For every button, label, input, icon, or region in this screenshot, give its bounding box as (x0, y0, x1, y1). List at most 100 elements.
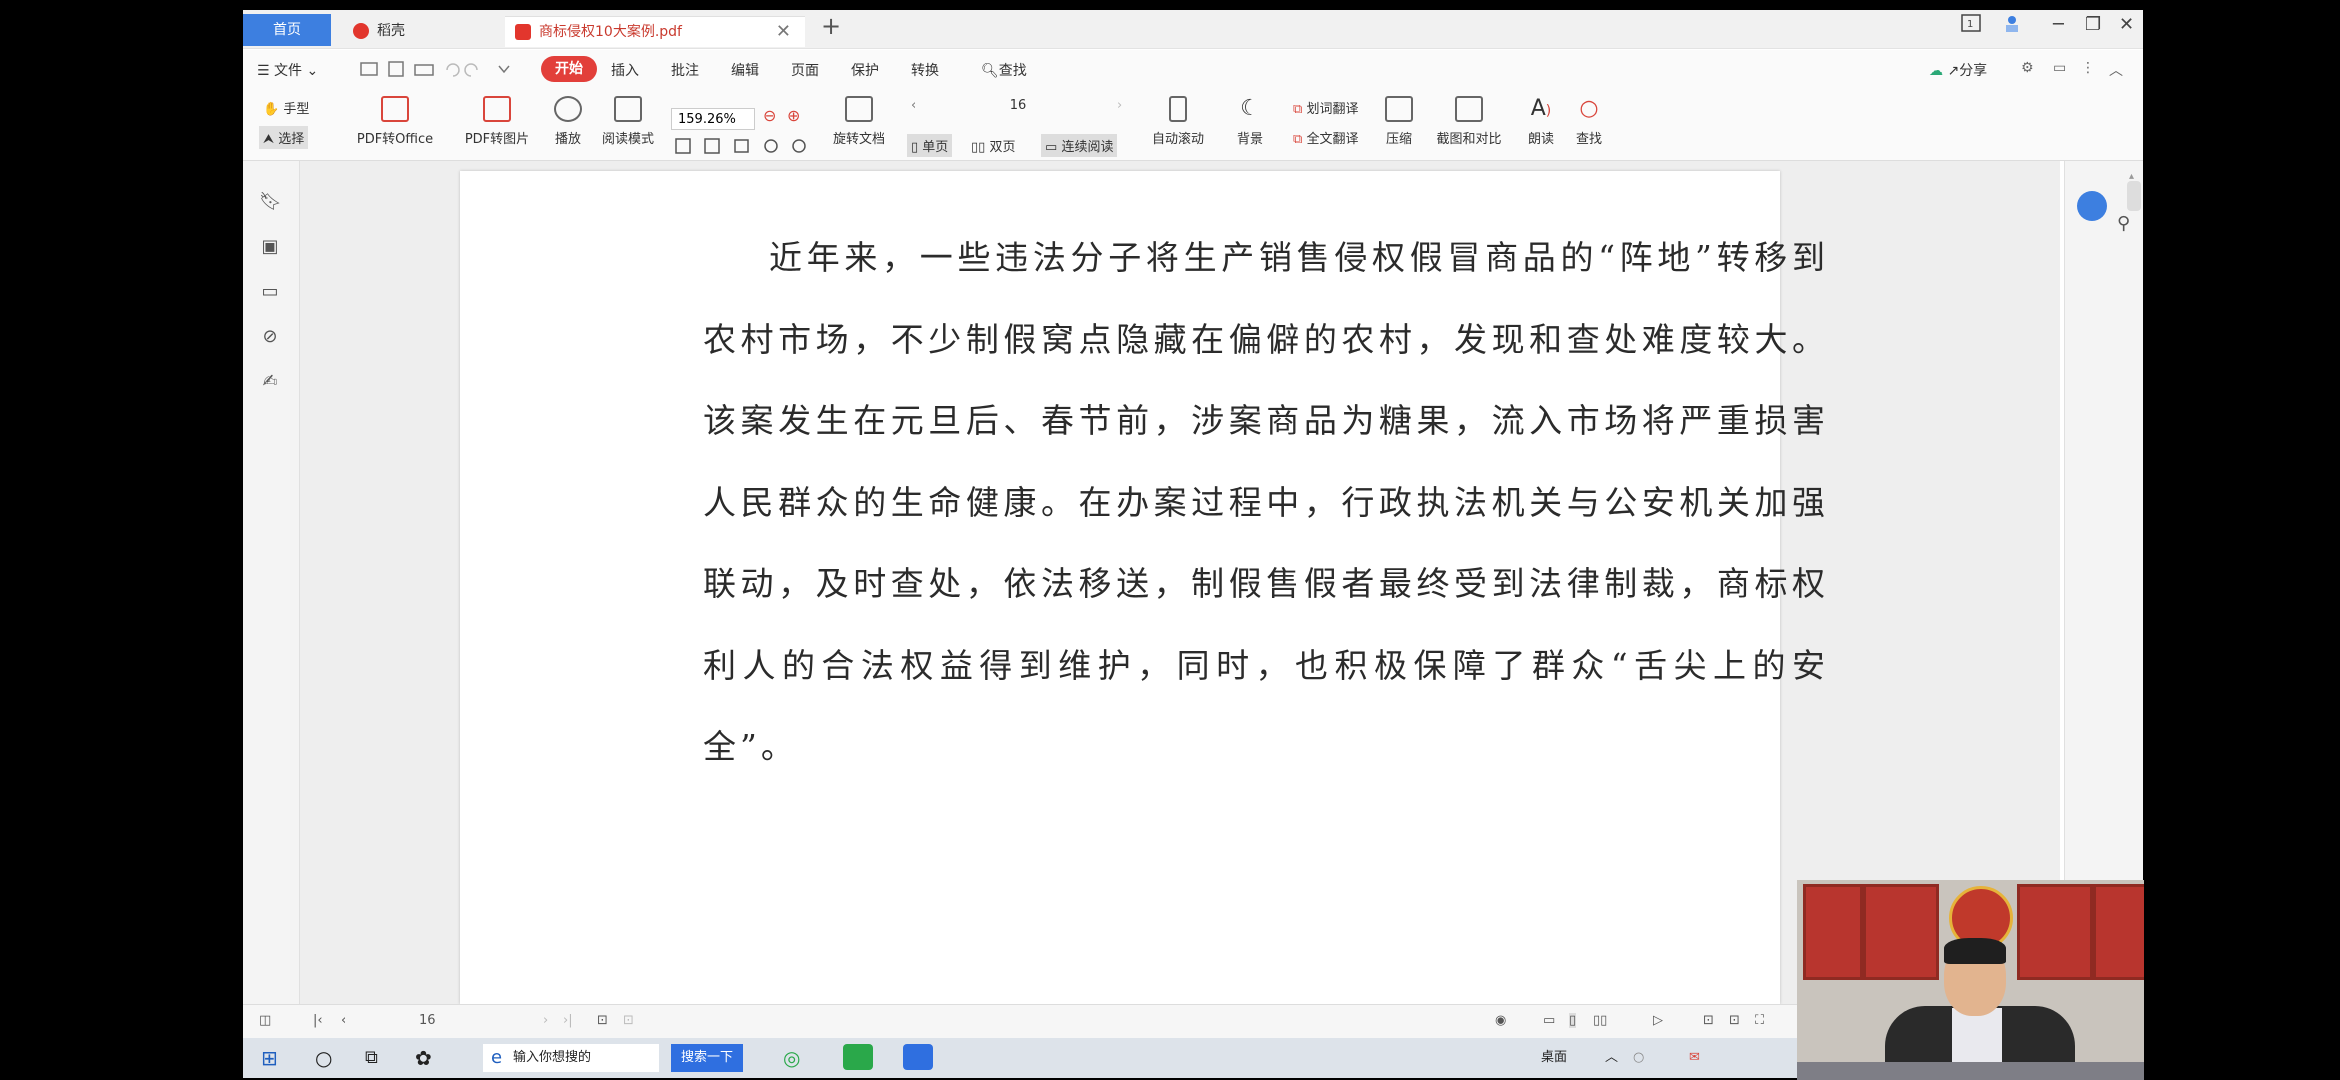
task-view-icon[interactable]: ⧉ (365, 1044, 378, 1072)
tray-status-icon[interactable]: ○ (1633, 1044, 1644, 1072)
single-page-toggle[interactable]: ▯ 单页 (907, 134, 953, 157)
page-number[interactable]: 16 (1003, 98, 1033, 113)
new-tab-button[interactable]: + (821, 12, 841, 40)
bookmark-icon[interactable]: 🔖︎ (259, 191, 282, 213)
feedback-icon[interactable]: ▭ (2053, 60, 2066, 76)
tab-pdf-document[interactable]: 商标侵权10大案例.pdf ✕ (505, 16, 805, 47)
status-page-number[interactable]: 16 (419, 1013, 436, 1028)
app-icon-flower[interactable]: ✿ (415, 1044, 432, 1072)
left-sidebar: 🔖︎ ▣ ▭ ⊘ ✍ (243, 161, 300, 1004)
tab-home[interactable]: 首页 (243, 14, 331, 46)
screenshot-compare-button[interactable]: 截图和对比 (1429, 96, 1509, 147)
attachment-icon[interactable]: ⊘ (259, 326, 281, 348)
wps-icon[interactable] (903, 1044, 933, 1070)
last-page-icon[interactable]: ›| (563, 1013, 573, 1028)
tray-app-icon[interactable]: ✉ (1689, 1044, 1700, 1072)
full-translate-button[interactable]: ⧉ 全文翻译 (1293, 128, 1358, 147)
read-aloud-button[interactable]: A) 朗读 (1521, 96, 1561, 147)
back-icon[interactable]: ⊡ (597, 1013, 608, 1028)
play-status-icon[interactable]: ▷ (1653, 1013, 1663, 1028)
auto-scroll-button[interactable]: 自动滚动 (1143, 96, 1213, 147)
restore-button[interactable]: ❐ (2085, 14, 2101, 35)
eye-care-icon[interactable]: ◉ (1495, 1013, 1506, 1028)
windows-start-icon[interactable]: ⊞ (261, 1044, 278, 1072)
menu-protect[interactable]: 保护 (851, 60, 879, 80)
page-count-icon[interactable]: 1 (1961, 14, 1981, 37)
background-button[interactable]: ☾ 背景 (1228, 96, 1272, 147)
auto-scroll-icon (1169, 96, 1187, 122)
rotate-document-button[interactable]: 旋转文档 (827, 96, 891, 147)
desktop-label[interactable]: 桌面 (1541, 1044, 1567, 1072)
menu-search[interactable]: 🔍︎查找 (981, 60, 1027, 80)
pdf-to-office-button[interactable]: PDF转Office (347, 96, 443, 147)
single-view-icon[interactable]: ▭ (1543, 1013, 1555, 1028)
scroll-up-icon[interactable]: ▴ (2129, 171, 2139, 182)
first-page-icon[interactable]: |‹ (313, 1013, 323, 1028)
menu-convert[interactable]: 转换 (911, 60, 939, 80)
menu-insert[interactable]: 插入 (611, 60, 639, 80)
menu-start[interactable]: 开始 (541, 56, 597, 82)
scrollbar-thumb[interactable] (2127, 181, 2141, 211)
prev-page-icon[interactable]: ‹ (911, 98, 916, 113)
more-icon[interactable]: ⋮ (2081, 60, 2095, 76)
double-page-label: 双页 (989, 140, 1016, 155)
prev-page-status-icon[interactable]: ‹ (341, 1013, 346, 1028)
file-menu[interactable]: ☰ 文件 ⌄ (257, 60, 318, 80)
minimize-button[interactable]: ─ (2053, 14, 2064, 35)
pdf-page: 近年来，一些违法分子将生产销售侵权假冒商品的“阵地”转移到农村市场，不少制假窝点… (460, 171, 1825, 1004)
tab-docer[interactable]: 稻壳 (343, 16, 503, 46)
find-button[interactable]: ○ 查找 (1569, 96, 1609, 147)
compress-button[interactable]: 压缩 (1379, 96, 1419, 147)
document-viewport[interactable]: 近年来，一些违法分子将生产销售侵权假冒商品的“阵地”转移到农村市场，不少制假窝点… (300, 161, 2060, 1004)
read-mode-button[interactable]: 阅读模式 (593, 96, 663, 147)
zoom-in-icon[interactable]: ⊕ (787, 106, 800, 125)
comment-icon[interactable]: ▭ (259, 281, 281, 303)
fit-width-icon[interactable]: ⊡ (1703, 1013, 1714, 1028)
user-avatar-icon[interactable] (2003, 14, 2021, 39)
word-translate-button[interactable]: ⧉ 划词翻译 (1293, 98, 1358, 117)
next-page-icon[interactable]: › (1117, 98, 1122, 113)
sidebar-toggle-icon[interactable]: ◫ (259, 1013, 271, 1028)
close-window-button[interactable]: ✕ (2119, 14, 2134, 35)
taskbar-search-button[interactable]: 搜索一下 (671, 1044, 743, 1072)
forward-icon[interactable]: ⊡ (623, 1013, 634, 1028)
play-button[interactable]: 播放 (543, 96, 593, 147)
ribbon-toolbar: ✋ 手型 ⮝ 选择 PDF转Office PDF转图片 播放 阅读模式 159.… (243, 90, 2143, 161)
assistant-icon[interactable] (2077, 191, 2107, 221)
share-button[interactable]: ☁ ↗分享 (1929, 60, 1987, 80)
double-page-toggle[interactable]: ▯▯ 双页 (971, 136, 1015, 155)
zoom-out-icon[interactable]: ⊖ (763, 106, 776, 125)
menu-comment[interactable]: 批注 (671, 60, 699, 80)
next-page-status-icon[interactable]: › (543, 1013, 548, 1028)
quick-access-icons[interactable] (359, 60, 549, 82)
tab-close-icon[interactable]: ✕ (776, 17, 791, 47)
word-translate-label: 划词翻译 (1306, 102, 1359, 117)
continuous-view-icon[interactable]: ▯ (1569, 1013, 1577, 1028)
play-icon (554, 96, 582, 122)
presenter-hair (1944, 938, 2006, 964)
thumbnail-icon[interactable]: ▣ (259, 236, 281, 258)
signature-icon[interactable]: ✍ (259, 371, 281, 393)
zoom-level-select[interactable]: 159.26% (671, 108, 755, 130)
fit-page-icon[interactable]: ⊡ (1729, 1013, 1740, 1028)
settings-icon[interactable]: ⚙ (2021, 60, 2034, 76)
green-app-icon[interactable] (843, 1044, 873, 1070)
continuous-reading-toggle[interactable]: ▭ 连续阅读 (1041, 134, 1118, 157)
view-tools-row[interactable] (675, 138, 813, 158)
browser-icon[interactable]: ◎ (783, 1044, 800, 1072)
find-label: 查找 (1575, 132, 1602, 147)
tray-expand-icon[interactable]: ︿ (1605, 1044, 1618, 1072)
select-tool[interactable]: ⮝ 选择 (259, 126, 309, 149)
zoom-search-icon[interactable]: ⚲ (2117, 213, 2130, 234)
collapse-ribbon-icon[interactable]: ︿ (2109, 60, 2123, 80)
double-view-icon[interactable]: ▯▯ (1593, 1013, 1607, 1028)
taskbar-search-input[interactable]: 输入你想搜的 (483, 1044, 659, 1072)
fullscreen-icon[interactable]: ⛶ (1755, 1013, 1764, 1028)
book-icon (614, 96, 642, 122)
pdf-to-office-icon (381, 96, 409, 122)
menu-page[interactable]: 页面 (791, 60, 819, 80)
menu-edit[interactable]: 编辑 (731, 60, 759, 80)
hand-tool[interactable]: ✋ 手型 (263, 98, 309, 117)
cortana-icon[interactable]: ○ (315, 1044, 332, 1072)
pdf-to-image-button[interactable]: PDF转图片 (457, 96, 537, 147)
